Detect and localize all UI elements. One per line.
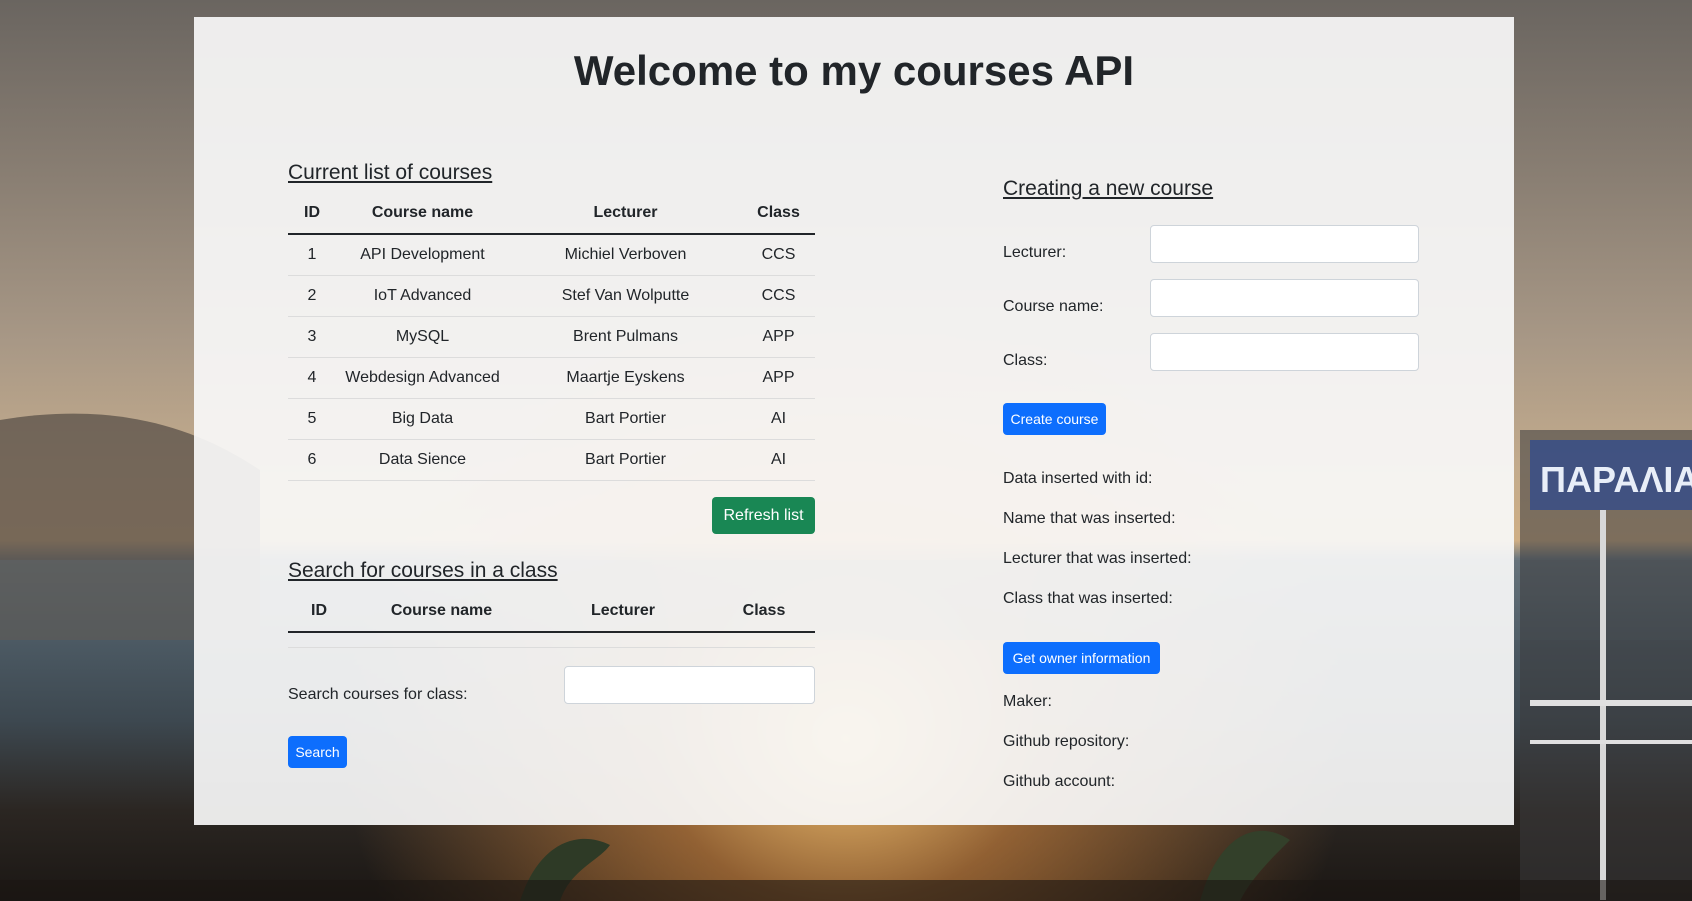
column-header-class: Class <box>742 193 815 235</box>
create-course-button[interactable]: Create course <box>1003 403 1106 435</box>
sign-text: ΠΑΡΑΛΙΑ <box>1540 459 1692 500</box>
table-row: 2 IoT Advanced Stef Van Wolputte CCS <box>288 275 815 317</box>
cell-id: 3 <box>288 316 336 358</box>
cell-course-name: IoT Advanced <box>336 275 509 317</box>
table-row: 3 MySQL Brent Pulmans APP <box>288 316 815 358</box>
cell-course-name: Webdesign Advanced <box>336 357 509 399</box>
cell-class: APP <box>742 357 815 399</box>
refresh-list-button[interactable]: Refresh list <box>712 497 815 534</box>
column-header-course-name: Course name <box>350 591 533 633</box>
table-row: 4 Webdesign Advanced Maartje Eyskens APP <box>288 357 815 399</box>
class-input[interactable] <box>1150 333 1419 371</box>
course-list-table: ID Course name Lecturer Class 1 API Deve… <box>288 193 815 481</box>
column-header-lecturer: Lecturer <box>509 193 742 235</box>
cell-course-name: API Development <box>336 234 509 276</box>
cell-lecturer: Michiel Verboven <box>509 234 742 276</box>
create-course-heading: Creating a new course <box>1003 177 1214 200</box>
table-row: 6 Data Sience Bart Portier AI <box>288 439 815 481</box>
cell-id: 2 <box>288 275 336 317</box>
search-class-input[interactable] <box>564 666 815 704</box>
cell-id: 5 <box>288 398 336 440</box>
cell-course-name: Big Data <box>336 398 509 440</box>
column-header-course-name: Course name <box>336 193 509 235</box>
column-header-class: Class <box>713 591 815 633</box>
github-account-label: Github account: <box>1003 773 1116 790</box>
cell-id: 4 <box>288 357 336 399</box>
table-row: 5 Big Data Bart Portier AI <box>288 398 815 440</box>
inserted-id-label: Data inserted with id: <box>1003 470 1153 487</box>
course-list-heading: Current list of courses <box>288 161 493 184</box>
cell-course-name: MySQL <box>336 316 509 358</box>
inserted-class-label: Class that was inserted: <box>1003 590 1173 607</box>
search-heading: Search for courses in a class <box>288 559 558 582</box>
cell-course-name: Data Sience <box>336 439 509 481</box>
column-header-lecturer: Lecturer <box>533 591 713 633</box>
cell-class: CCS <box>742 275 815 317</box>
github-repository-label: Github repository: <box>1003 733 1130 750</box>
cell-lecturer: Stef Van Wolputte <box>509 275 742 317</box>
inserted-name-label: Name that was inserted: <box>1003 510 1176 527</box>
column-header-id: ID <box>288 193 336 235</box>
table-row: 1 API Development Michiel Verboven CCS <box>288 234 815 276</box>
cell-id: 1 <box>288 234 336 276</box>
cell-class: APP <box>742 316 815 358</box>
cell-lecturer: Brent Pulmans <box>509 316 742 358</box>
search-class-label: Search courses for class: <box>288 686 468 703</box>
cell-class: AI <box>742 398 815 440</box>
cell-lecturer: Maartje Eyskens <box>509 357 742 399</box>
lecturer-label: Lecturer: <box>1003 244 1067 261</box>
table-header-row: ID Course name Lecturer Class <box>288 591 815 633</box>
main-panel: Welcome to my courses API Current list o… <box>194 17 1514 825</box>
cell-class: CCS <box>742 234 815 276</box>
inserted-lecturer-label: Lecturer that was inserted: <box>1003 550 1192 567</box>
cell-class: AI <box>742 439 815 481</box>
get-owner-info-button[interactable]: Get owner information <box>1003 642 1160 674</box>
cell-id: 6 <box>288 439 336 481</box>
class-label: Class: <box>1003 352 1048 369</box>
maker-label: Maker: <box>1003 693 1052 710</box>
cell-lecturer: Bart Portier <box>509 398 742 440</box>
lecturer-input[interactable] <box>1150 225 1419 263</box>
search-button[interactable]: Search <box>288 736 347 768</box>
column-header-id: ID <box>288 591 350 633</box>
table-header-row: ID Course name Lecturer Class <box>288 193 815 235</box>
search-results-empty-row <box>288 647 815 648</box>
course-name-label: Course name: <box>1003 298 1104 315</box>
course-name-input[interactable] <box>1150 279 1419 317</box>
page-title: Welcome to my courses API <box>573 47 1135 94</box>
cell-lecturer: Bart Portier <box>509 439 742 481</box>
search-results-table: ID Course name Lecturer Class <box>288 591 815 633</box>
